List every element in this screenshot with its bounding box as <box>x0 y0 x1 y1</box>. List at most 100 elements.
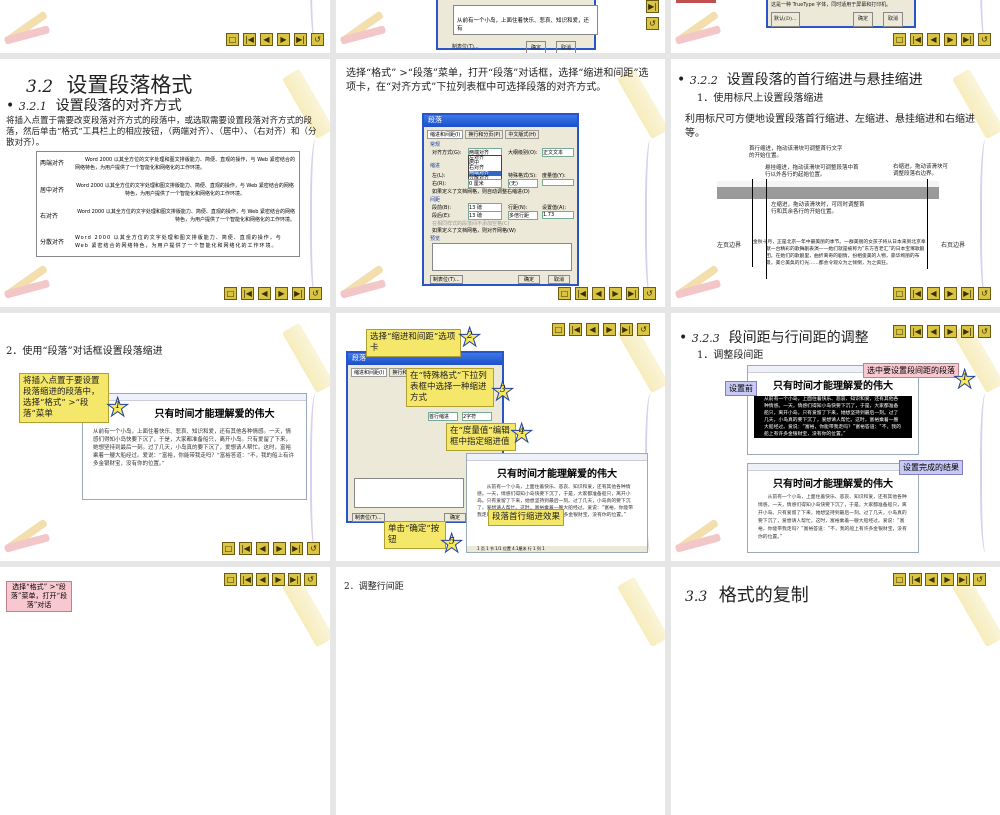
home-icon[interactable]: □ <box>558 287 571 300</box>
home-icon[interactable]: □ <box>893 33 906 46</box>
last-icon[interactable]: ▶| <box>961 325 974 338</box>
slide-thumbnail[interactable]: □ |◀ ◀ ▶ ▶| ↺ <box>0 0 330 53</box>
by-input[interactable] <box>542 179 574 186</box>
cancel-button[interactable]: 取消 <box>548 275 571 284</box>
previous-icon[interactable]: ◀ <box>256 542 269 555</box>
first-icon[interactable]: |◀ <box>910 287 923 300</box>
ruler[interactable] <box>717 181 939 199</box>
first-icon[interactable]: |◀ <box>909 573 922 586</box>
last-icon[interactable]: ▶| <box>961 33 974 46</box>
home-icon[interactable]: □ <box>224 287 237 300</box>
tabs-button[interactable]: 制表位(T)... <box>452 41 479 53</box>
previous-icon[interactable]: ◀ <box>925 573 938 586</box>
return-icon[interactable]: ↺ <box>978 33 991 46</box>
home-icon[interactable]: □ <box>893 287 906 300</box>
after-input[interactable]: 13 磅 <box>468 211 502 220</box>
line-select[interactable]: 多倍行距 <box>508 211 538 220</box>
home-icon[interactable]: □ <box>893 325 906 338</box>
next-icon[interactable]: ▶ <box>944 325 957 338</box>
slide-thumbnail[interactable]: 这是一种 TrueType 字体，同时适用于屏幕和打印机。 默认(D)... 确… <box>671 0 1000 53</box>
previous-icon[interactable]: ◀ <box>927 33 940 46</box>
return-icon[interactable]: ↺ <box>978 325 991 338</box>
last-icon[interactable]: ▶| <box>288 573 301 586</box>
cancel-button[interactable]: 取消 <box>556 41 577 53</box>
slide-thumbnail[interactable]: • 3.2.3 段间距与行间距的调整 □ |◀ ◀ ▶ ▶| ↺ 1．调整段间距 只有时间… <box>671 313 1000 561</box>
home-icon[interactable]: □ <box>222 542 235 555</box>
no-space-checkbox[interactable]: 在相同样式的段落间不添加空格(C) <box>432 220 509 227</box>
home-icon[interactable]: □ <box>226 33 239 46</box>
last-icon[interactable]: ▶| <box>620 323 633 336</box>
return-icon[interactable]: ↺ <box>643 287 656 300</box>
outline-select[interactable]: 正文文本 <box>542 148 574 157</box>
first-icon[interactable]: |◀ <box>910 33 923 46</box>
tab-indent-spacing[interactable]: 缩进和间距(I) <box>427 130 464 139</box>
slide-thumbnail[interactable]: • 3.2.2 设置段落的首行缩进与悬挂缩进 1．使用标尺上设置段落缩进 利用标… <box>671 59 1000 307</box>
home-icon[interactable]: □ <box>552 323 565 336</box>
slide-thumbnail[interactable]: 3.2 设置段落格式 • 3.2.1 设置段落的对齐方式 将插入点置于需要改变段… <box>0 59 330 307</box>
last-icon[interactable]: ▶| <box>626 287 639 300</box>
return-icon[interactable]: ↺ <box>307 542 320 555</box>
return-icon[interactable]: ↺ <box>978 287 991 300</box>
slide-thumbnail[interactable]: 2．调整行间距 <box>336 567 665 815</box>
slide-thumbnail[interactable]: 选择“格式” >“段落”菜单，打开“段落”对话框，选择“缩进和间距”选项卡，在“… <box>336 59 665 307</box>
next-icon[interactable]: ▶ <box>273 542 286 555</box>
previous-icon[interactable]: ◀ <box>258 287 271 300</box>
next-icon[interactable]: ▶ <box>944 287 957 300</box>
previous-icon[interactable]: ◀ <box>592 287 605 300</box>
ok-button[interactable]: 确定 <box>526 41 547 53</box>
last-icon[interactable]: ▶| <box>646 0 659 13</box>
return-icon[interactable]: ↺ <box>646 17 659 30</box>
first-icon[interactable]: |◀ <box>569 323 582 336</box>
first-icon[interactable]: |◀ <box>241 287 254 300</box>
tabs-button[interactable]: 制表位(T)... <box>352 513 385 522</box>
first-icon[interactable]: |◀ <box>243 33 256 46</box>
slide-thumbnail[interactable]: 选择“格式” >“段落”菜单，打开“段落”对话 □ |◀ ◀ ▶ ▶| ↺ <box>0 567 330 815</box>
slide-thumbnail[interactable]: □|◀◀▶▶|↺ 段落 缩进和间距(I) 换行和分页(P) 中文版式(H) 首行… <box>336 313 665 561</box>
next-icon[interactable]: ▶ <box>603 323 616 336</box>
right-indent-input[interactable]: 0 厘米 <box>468 179 502 188</box>
tab-indent-spacing[interactable]: 缩进和间距(I) <box>351 368 388 377</box>
first-icon[interactable]: |◀ <box>575 287 588 300</box>
next-icon[interactable]: ▶ <box>277 33 290 46</box>
ok-button[interactable]: 确定 <box>444 513 467 522</box>
grid-align-checkbox[interactable]: 如果定义了文档网格，则对齐网格(W) <box>432 227 516 234</box>
next-icon[interactable]: ▶ <box>944 33 957 46</box>
next-icon[interactable]: ▶ <box>272 573 285 586</box>
first-icon[interactable]: |◀ <box>910 325 923 338</box>
by-input[interactable]: 2字符 <box>462 412 492 421</box>
last-icon[interactable]: ▶| <box>292 287 305 300</box>
last-icon[interactable]: ▶| <box>961 287 974 300</box>
first-icon[interactable]: |◀ <box>239 542 252 555</box>
return-icon[interactable]: ↺ <box>304 573 317 586</box>
slide-thumbnail[interactable]: 从前有一个小岛，上面住着快乐、悲哀、知识和爱，还有 从前有一个小岛，上面住着快乐… <box>336 0 665 53</box>
return-icon[interactable]: ↺ <box>311 33 324 46</box>
ruler[interactable] <box>467 454 647 461</box>
previous-icon[interactable]: ◀ <box>260 33 273 46</box>
slide-thumbnail[interactable]: 3.3 格式的复制 □ |◀ ◀ ▶ ▶| ↺ <box>671 567 1000 815</box>
last-icon[interactable]: ▶| <box>957 573 970 586</box>
ruler[interactable] <box>748 464 918 471</box>
tabs-button[interactable]: 制表位(T)... <box>430 275 463 284</box>
cancel-button[interactable]: 取消 <box>883 12 904 27</box>
ok-button[interactable]: 确定 <box>853 12 874 27</box>
next-icon[interactable]: ▶ <box>941 573 954 586</box>
tab-line-page-breaks[interactable]: 换行和分页(P) <box>465 130 504 139</box>
last-icon[interactable]: ▶| <box>290 542 303 555</box>
previous-icon[interactable]: ◀ <box>256 573 269 586</box>
next-icon[interactable]: ▶ <box>275 287 288 300</box>
home-icon[interactable]: □ <box>224 573 237 586</box>
return-icon[interactable]: ↺ <box>637 323 650 336</box>
return-icon[interactable]: ↺ <box>973 573 986 586</box>
slide-thumbnail[interactable]: 2．使用“段落”对话框设置段落缩进 只有时间才能理解爱的伟大 从前有一个小岛，上… <box>0 313 330 561</box>
first-icon[interactable]: |◀ <box>240 573 253 586</box>
home-icon[interactable]: □ <box>893 573 906 586</box>
default-button[interactable]: 默认(D)... <box>771 12 800 27</box>
ok-button[interactable]: 确定 <box>518 275 541 284</box>
at-input[interactable]: 1.73 <box>542 211 574 219</box>
tab-chinese-typography[interactable]: 中文版式(H) <box>505 130 539 139</box>
previous-icon[interactable]: ◀ <box>927 325 940 338</box>
next-icon[interactable]: ▶ <box>609 287 622 300</box>
grid-indent-checkbox[interactable]: 如果定义了文档网格，则自动调整右缩进(D) <box>432 188 530 195</box>
special-select[interactable]: (无) <box>508 179 538 188</box>
last-icon[interactable]: ▶| <box>294 33 307 46</box>
